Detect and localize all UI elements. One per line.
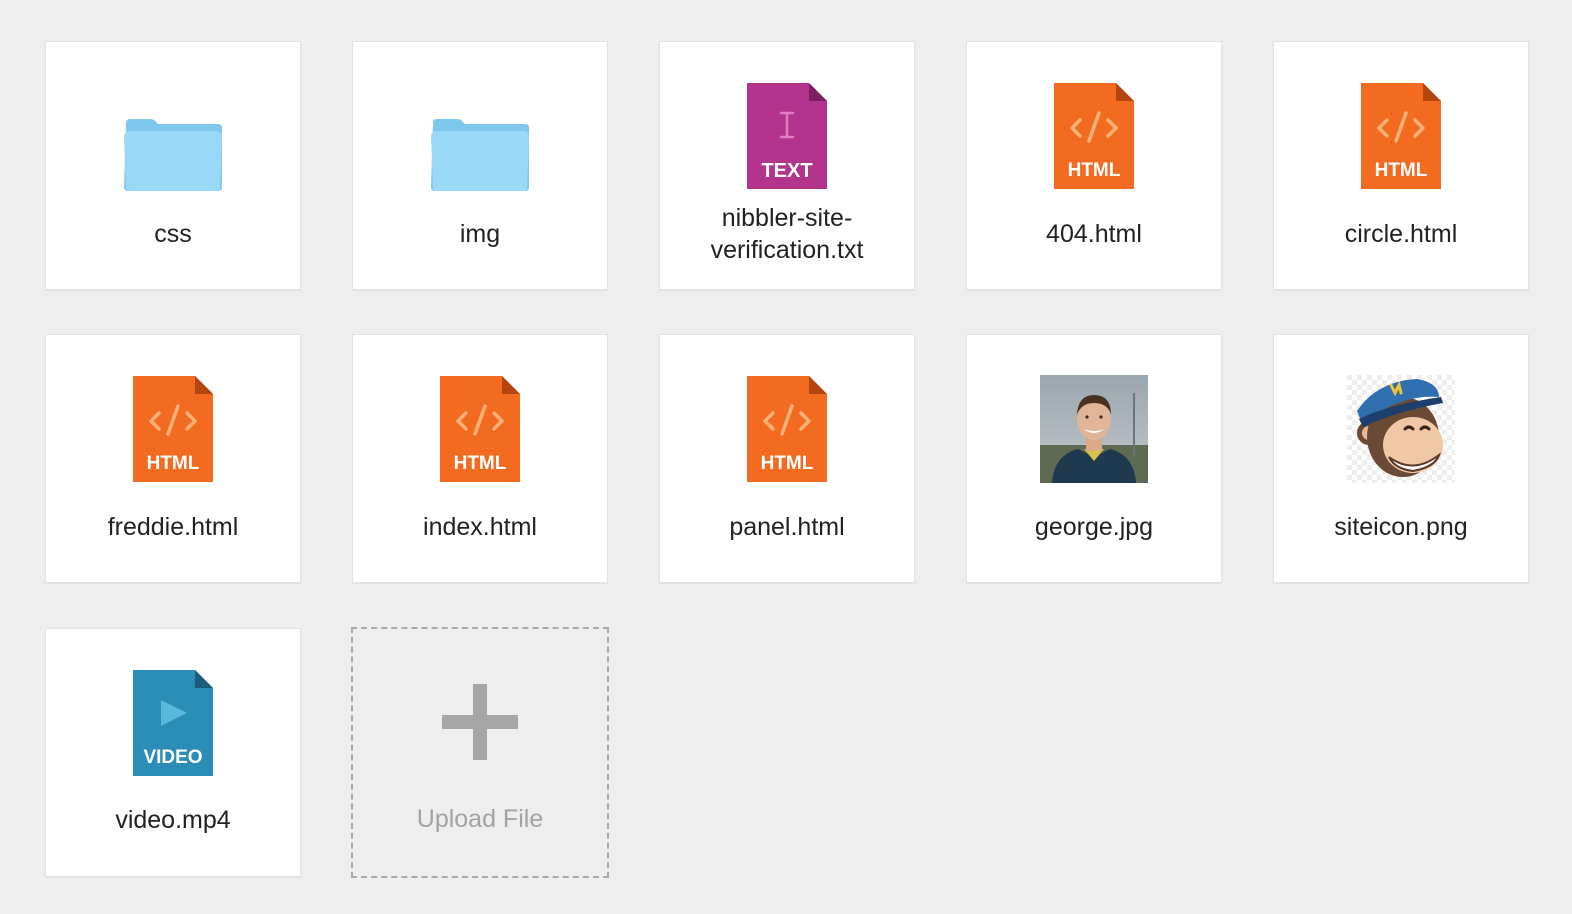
upload-file-button[interactable]: Upload File [351,627,609,878]
file-badge: TEXT [761,160,812,182]
file-badge: HTML [147,453,200,474]
file-badge: HTML [1068,160,1121,181]
folder-icon [431,119,529,191]
file-tile-css[interactable]: css [45,41,301,290]
html-file-icon: HTML [440,376,520,482]
folder-icon [124,119,222,191]
file-badge: HTML [761,453,814,474]
file-name: img [459,220,501,248]
html-file-icon: HTML [1361,83,1441,189]
file-badge: HTML [1375,160,1428,181]
file-name: panel.html [729,513,845,541]
file-tile-nibbler-site-verification-txt[interactable]: TEXT nibbler-site- verification.txt [659,41,915,290]
file-tile-freddie-html[interactable]: HTML freddie.html [45,334,301,583]
video-file-icon: VIDEO [133,670,213,776]
photo-thumbnail [1040,375,1148,483]
file-badge: VIDEO [143,747,202,768]
file-name: index.html [423,513,537,541]
file-tile-circle-html[interactable]: HTML circle.html [1273,41,1529,290]
file-name: george.jpg [1034,513,1154,541]
text-file-icon: TEXT [747,83,827,189]
html-file-icon: HTML [1054,83,1134,189]
upload-file-label: Upload File [416,805,544,833]
file-name: circle.html [1344,220,1458,248]
file-tile-404-html[interactable]: HTML 404.html [966,41,1222,290]
html-file-icon: HTML [747,376,827,482]
file-tile-img[interactable]: img [352,41,608,290]
file-name: siteicon.png [1334,513,1468,541]
file-tile-siteicon-png[interactable]: siteicon.png [1273,334,1529,583]
file-tile-panel-html[interactable]: HTML panel.html [659,334,915,583]
file-tile-index-html[interactable]: HTML index.html [352,334,608,583]
plus-icon [442,684,518,760]
file-badge: HTML [454,453,507,474]
file-name: 404.html [1046,220,1142,248]
file-name: nibbler-site- verification.txt [710,204,864,264]
file-name: css [154,220,192,248]
file-name: video.mp4 [115,806,231,834]
monkey-mascot-icon [1347,375,1455,483]
html-file-icon: HTML [133,376,213,482]
file-tile-george-jpg[interactable]: george.jpg [966,334,1222,583]
file-name: freddie.html [107,513,239,541]
file-tile-video-mp4[interactable]: VIDEO video.mp4 [45,628,301,877]
